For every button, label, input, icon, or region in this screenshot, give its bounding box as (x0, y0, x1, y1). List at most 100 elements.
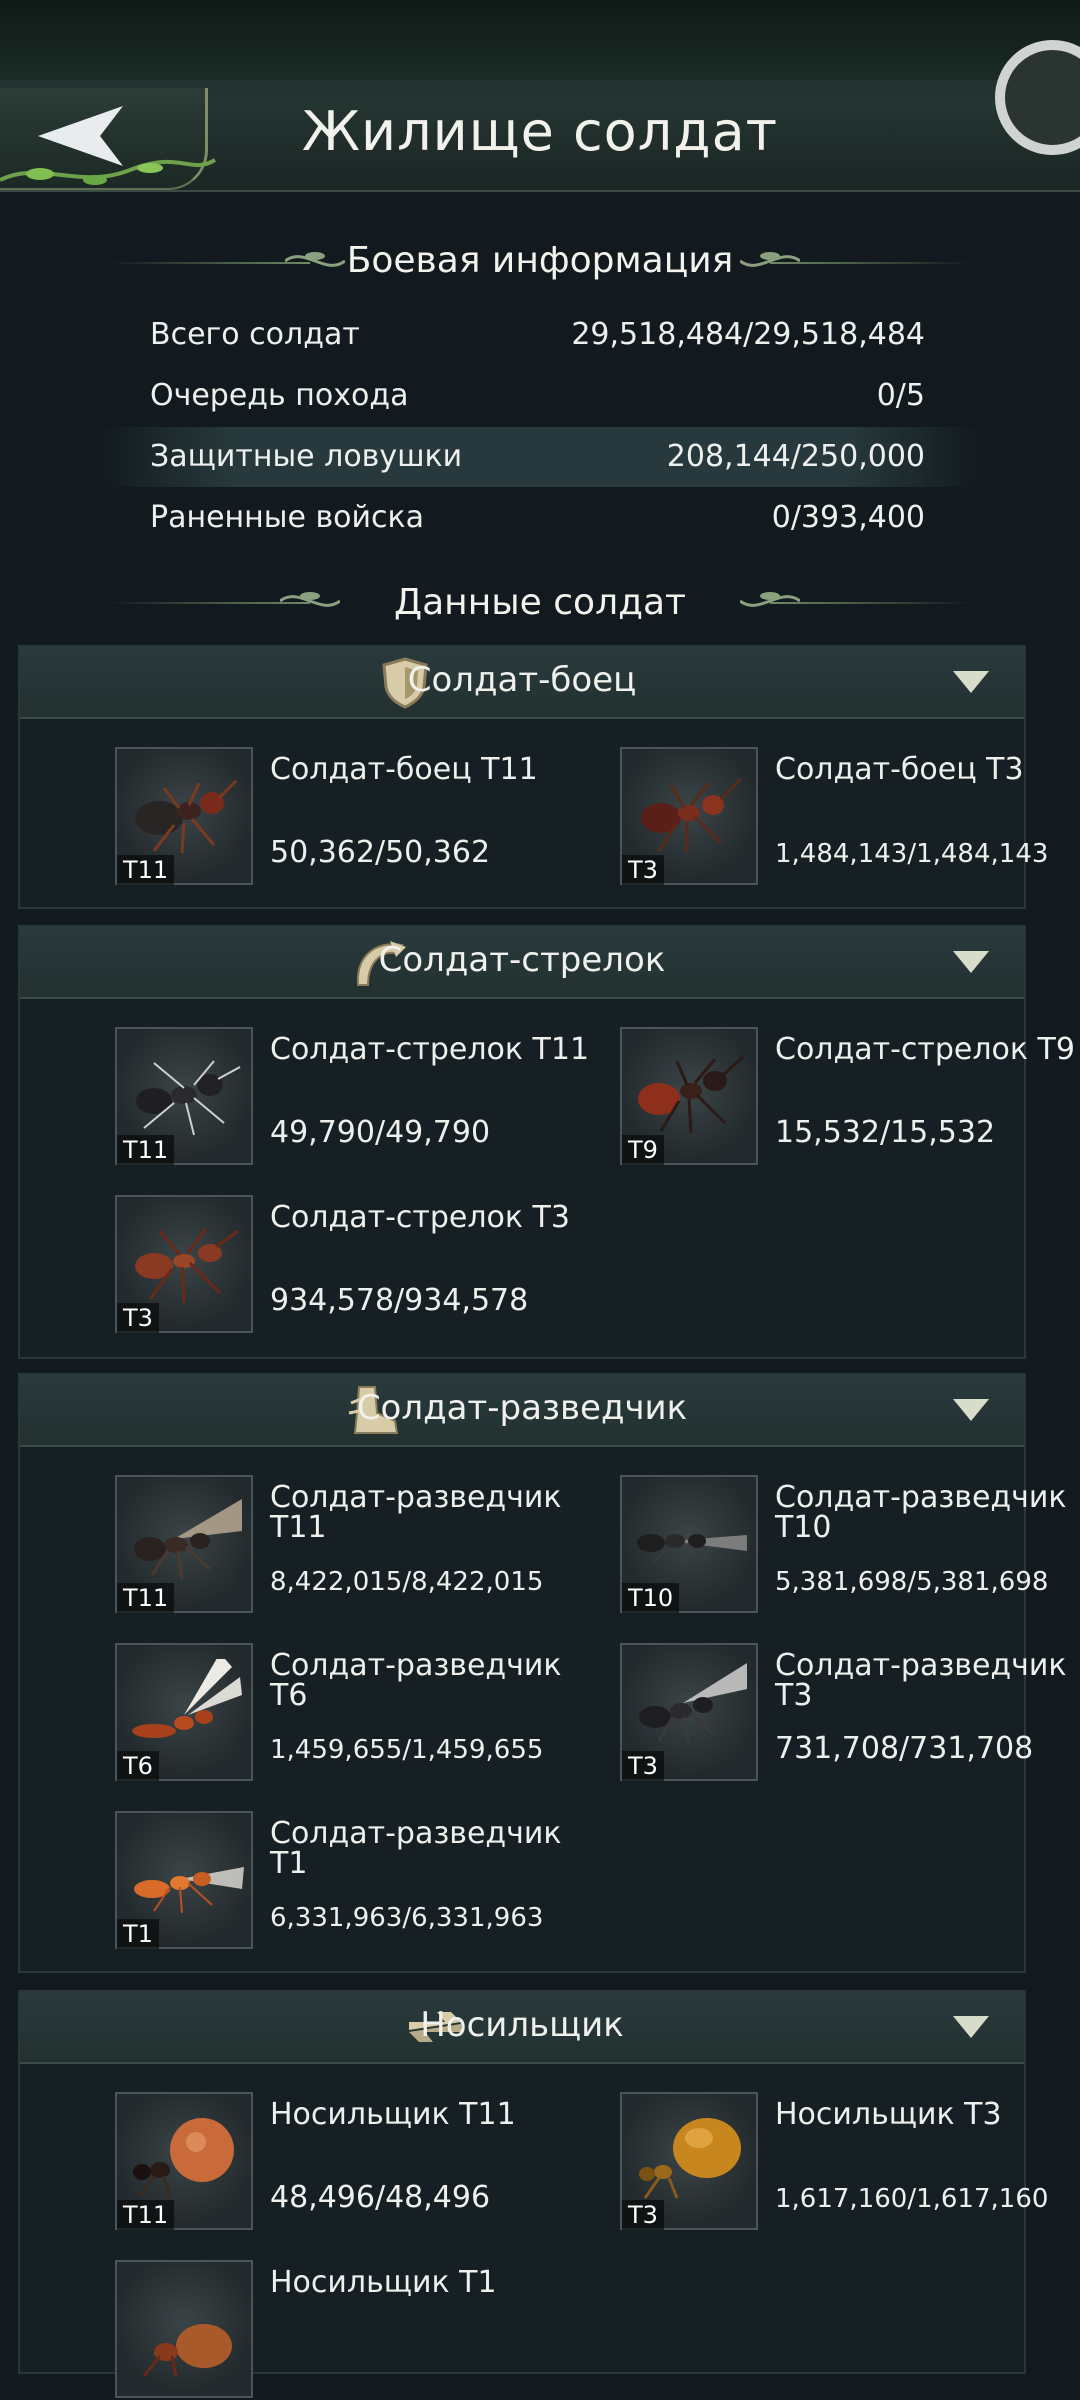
info-value: 29,518,484/29,518,484 (571, 317, 925, 352)
tier-badge: T1 (117, 1919, 159, 1949)
info-value: 208,144/250,000 (666, 439, 925, 474)
unit-card[interactable]: T11 Солдат-стрелок T11 49,790/49,790 (115, 1027, 595, 1167)
info-row-march-queue: Очередь похода 0/5 (100, 366, 980, 426)
unit-count: 1,484,143/1,484,143 (775, 839, 1049, 869)
unit-name: Солдат-разведчик T6 (270, 1648, 562, 1713)
unit-card[interactable]: T6 Солдат-разведчик T6 1,459,655/1,459,6… (115, 1643, 595, 1783)
unit-name: Солдат-разведчик T10 (775, 1480, 1067, 1545)
unit-name: Носильщик T3 (775, 2097, 1002, 2132)
category-archer: Солдат-стрелок T11 Солдат-стрелок T11 49… (18, 925, 1075, 1359)
triangle-down-icon[interactable] (953, 2016, 989, 2038)
tier-badge: T6 (117, 1751, 159, 1781)
unit-name: Носильщик T11 (270, 2097, 516, 2132)
ant-icon (136, 1060, 241, 1136)
tier-badge: T11 (117, 1135, 175, 1165)
tier-badge: T3 (117, 1303, 159, 1333)
header-bar: Жилище солдат (0, 0, 1080, 192)
unit-count: 1,459,655/1,459,655 (270, 1735, 544, 1765)
battle-info-title: Боевая информация (346, 240, 734, 281)
unit-name: Солдат-стрелок T9 (775, 1032, 1075, 1067)
info-label: Всего солдат (150, 317, 360, 352)
ornament-line-right (770, 262, 970, 264)
unit-card[interactable]: T11 Носильщик T11 48,496/48,496 (115, 2092, 595, 2232)
info-label: Раненные войска (150, 500, 424, 535)
tier-badge: T11 (117, 1583, 175, 1613)
unit-count: 731,708/731,708 (775, 1731, 1034, 1766)
info-label: Защитные ловушки (150, 439, 463, 474)
unit-card[interactable]: T1 Солдат-разведчик T1 6,331,963/6,331,9… (115, 1811, 595, 1951)
unit-card[interactable]: T3 Солдат-стрелок T3 934,578/934,578 (115, 1195, 595, 1335)
unit-count: 8,422,015/8,422,015 (270, 1567, 544, 1597)
ant-icon (133, 2118, 234, 2199)
unit-name: Солдат-боец T3 (775, 752, 1024, 787)
info-row-defense-traps: Защитные ловушки 208,144/250,000 (100, 427, 980, 487)
unit-count: 15,532/15,532 (775, 1115, 996, 1150)
tier-badge: T3 (622, 855, 664, 885)
unit-card[interactable]: T3 Солдат-боец T3 1,484,143/1,484,143 (620, 747, 1080, 887)
unit-card[interactable]: T3 Солдат-разведчик T3 731,708/731,708 (620, 1643, 1080, 1783)
unit-card[interactable]: T10 Солдат-разведчик T10 5,381,698/5,381… (620, 1475, 1080, 1615)
triangle-down-icon[interactable] (953, 951, 989, 973)
ant-icon (142, 2324, 232, 2376)
ant-image (115, 2260, 253, 2398)
ant-icon (638, 1055, 745, 1134)
unit-count: 5,381,698/5,381,698 (775, 1567, 1049, 1597)
category-title: Носильщик (420, 2005, 624, 2045)
unit-name: Солдат-стрелок T11 (270, 1032, 590, 1067)
tier-badge: T9 (622, 1135, 664, 1165)
unit-count: 49,790/49,790 (270, 1115, 491, 1150)
unit-count: 6,331,963/6,331,963 (270, 1903, 544, 1933)
ornament-line-right (770, 602, 970, 604)
ant-icon (135, 1228, 239, 1304)
header-top-strip (0, 0, 1080, 80)
tier-badge: T3 (622, 2200, 664, 2230)
ant-icon (641, 777, 743, 853)
unit-count: 48,496/48,496 (270, 2180, 491, 2215)
info-value: 0/393,400 (771, 500, 925, 535)
category-header[interactable]: Солдат-боец (20, 647, 1024, 719)
unit-card[interactable]: Носильщик T1 (115, 2260, 595, 2400)
ant-icon (637, 1534, 747, 1568)
info-row-wounded: Раненные войска 0/393,400 (100, 488, 980, 548)
ant-icon (135, 779, 238, 854)
page-title: Жилище солдат (301, 100, 779, 163)
category-header[interactable]: Солдат-разведчик (20, 1375, 1024, 1447)
unit-count: 1,617,160/1,617,160 (775, 2184, 1049, 2214)
unit-name: Солдат-разведчик T11 (270, 1480, 562, 1545)
unit-name: Солдат-разведчик T3 (775, 1648, 1067, 1713)
unit-card[interactable]: T3 Носильщик T3 1,617,160/1,617,160 (620, 2092, 1080, 2232)
leaf-ornament-icon (740, 252, 800, 267)
ant-icon (134, 1499, 242, 1580)
info-value: 0/5 (876, 378, 925, 413)
unit-name: Солдат-стрелок T3 (270, 1200, 570, 1235)
category-title: Солдат-боец (407, 660, 637, 700)
unit-card[interactable]: T9 Солдат-стрелок T9 15,532/15,532 (620, 1027, 1080, 1167)
tier-badge: T11 (117, 2200, 175, 2230)
leaf-ornament-icon (740, 592, 800, 607)
triangle-down-icon[interactable] (953, 671, 989, 693)
category-title: Солдат-разведчик (356, 1388, 688, 1428)
ant-icon (639, 1663, 747, 1744)
category-header[interactable]: Солдат-стрелок (20, 927, 1024, 999)
category-header[interactable]: Носильщик (20, 1992, 1024, 2064)
unit-name: Солдат-боец T11 (270, 752, 538, 787)
triangle-down-icon[interactable] (953, 1399, 989, 1421)
ant-icon (639, 2118, 741, 2199)
tier-badge: T10 (622, 1583, 680, 1613)
ant-icon (132, 1659, 242, 1738)
info-label: Очередь похода (150, 378, 409, 413)
unit-name: Носильщик T1 (270, 2265, 497, 2300)
unit-count: 934,578/934,578 (270, 1283, 529, 1318)
info-row-total-soldiers: Всего солдат 29,518,484/29,518,484 (100, 305, 980, 365)
category-scout: Солдат-разведчик T11 Солдат-разведчик T1… (18, 1373, 1067, 1973)
category-carrier: Носильщик T11 Носильщик T11 48,496/48,49… (18, 1990, 1048, 2398)
unit-card[interactable]: T11 Солдат-боец T11 50,362/50,362 (115, 747, 595, 887)
category-fighter: Солдат-боец T11 Солдат-боец T11 50,362/5… (18, 645, 1048, 909)
unit-count: 50,362/50,362 (270, 835, 491, 870)
tier-badge: T11 (117, 855, 175, 885)
tier-badge: T3 (622, 1751, 664, 1781)
ant-icon (134, 1867, 244, 1914)
category-title: Солдат-стрелок (378, 940, 666, 980)
unit-name: Солдат-разведчик T1 (270, 1816, 562, 1881)
unit-card[interactable]: T11 Солдат-разведчик T11 8,422,015/8,422… (115, 1475, 595, 1615)
